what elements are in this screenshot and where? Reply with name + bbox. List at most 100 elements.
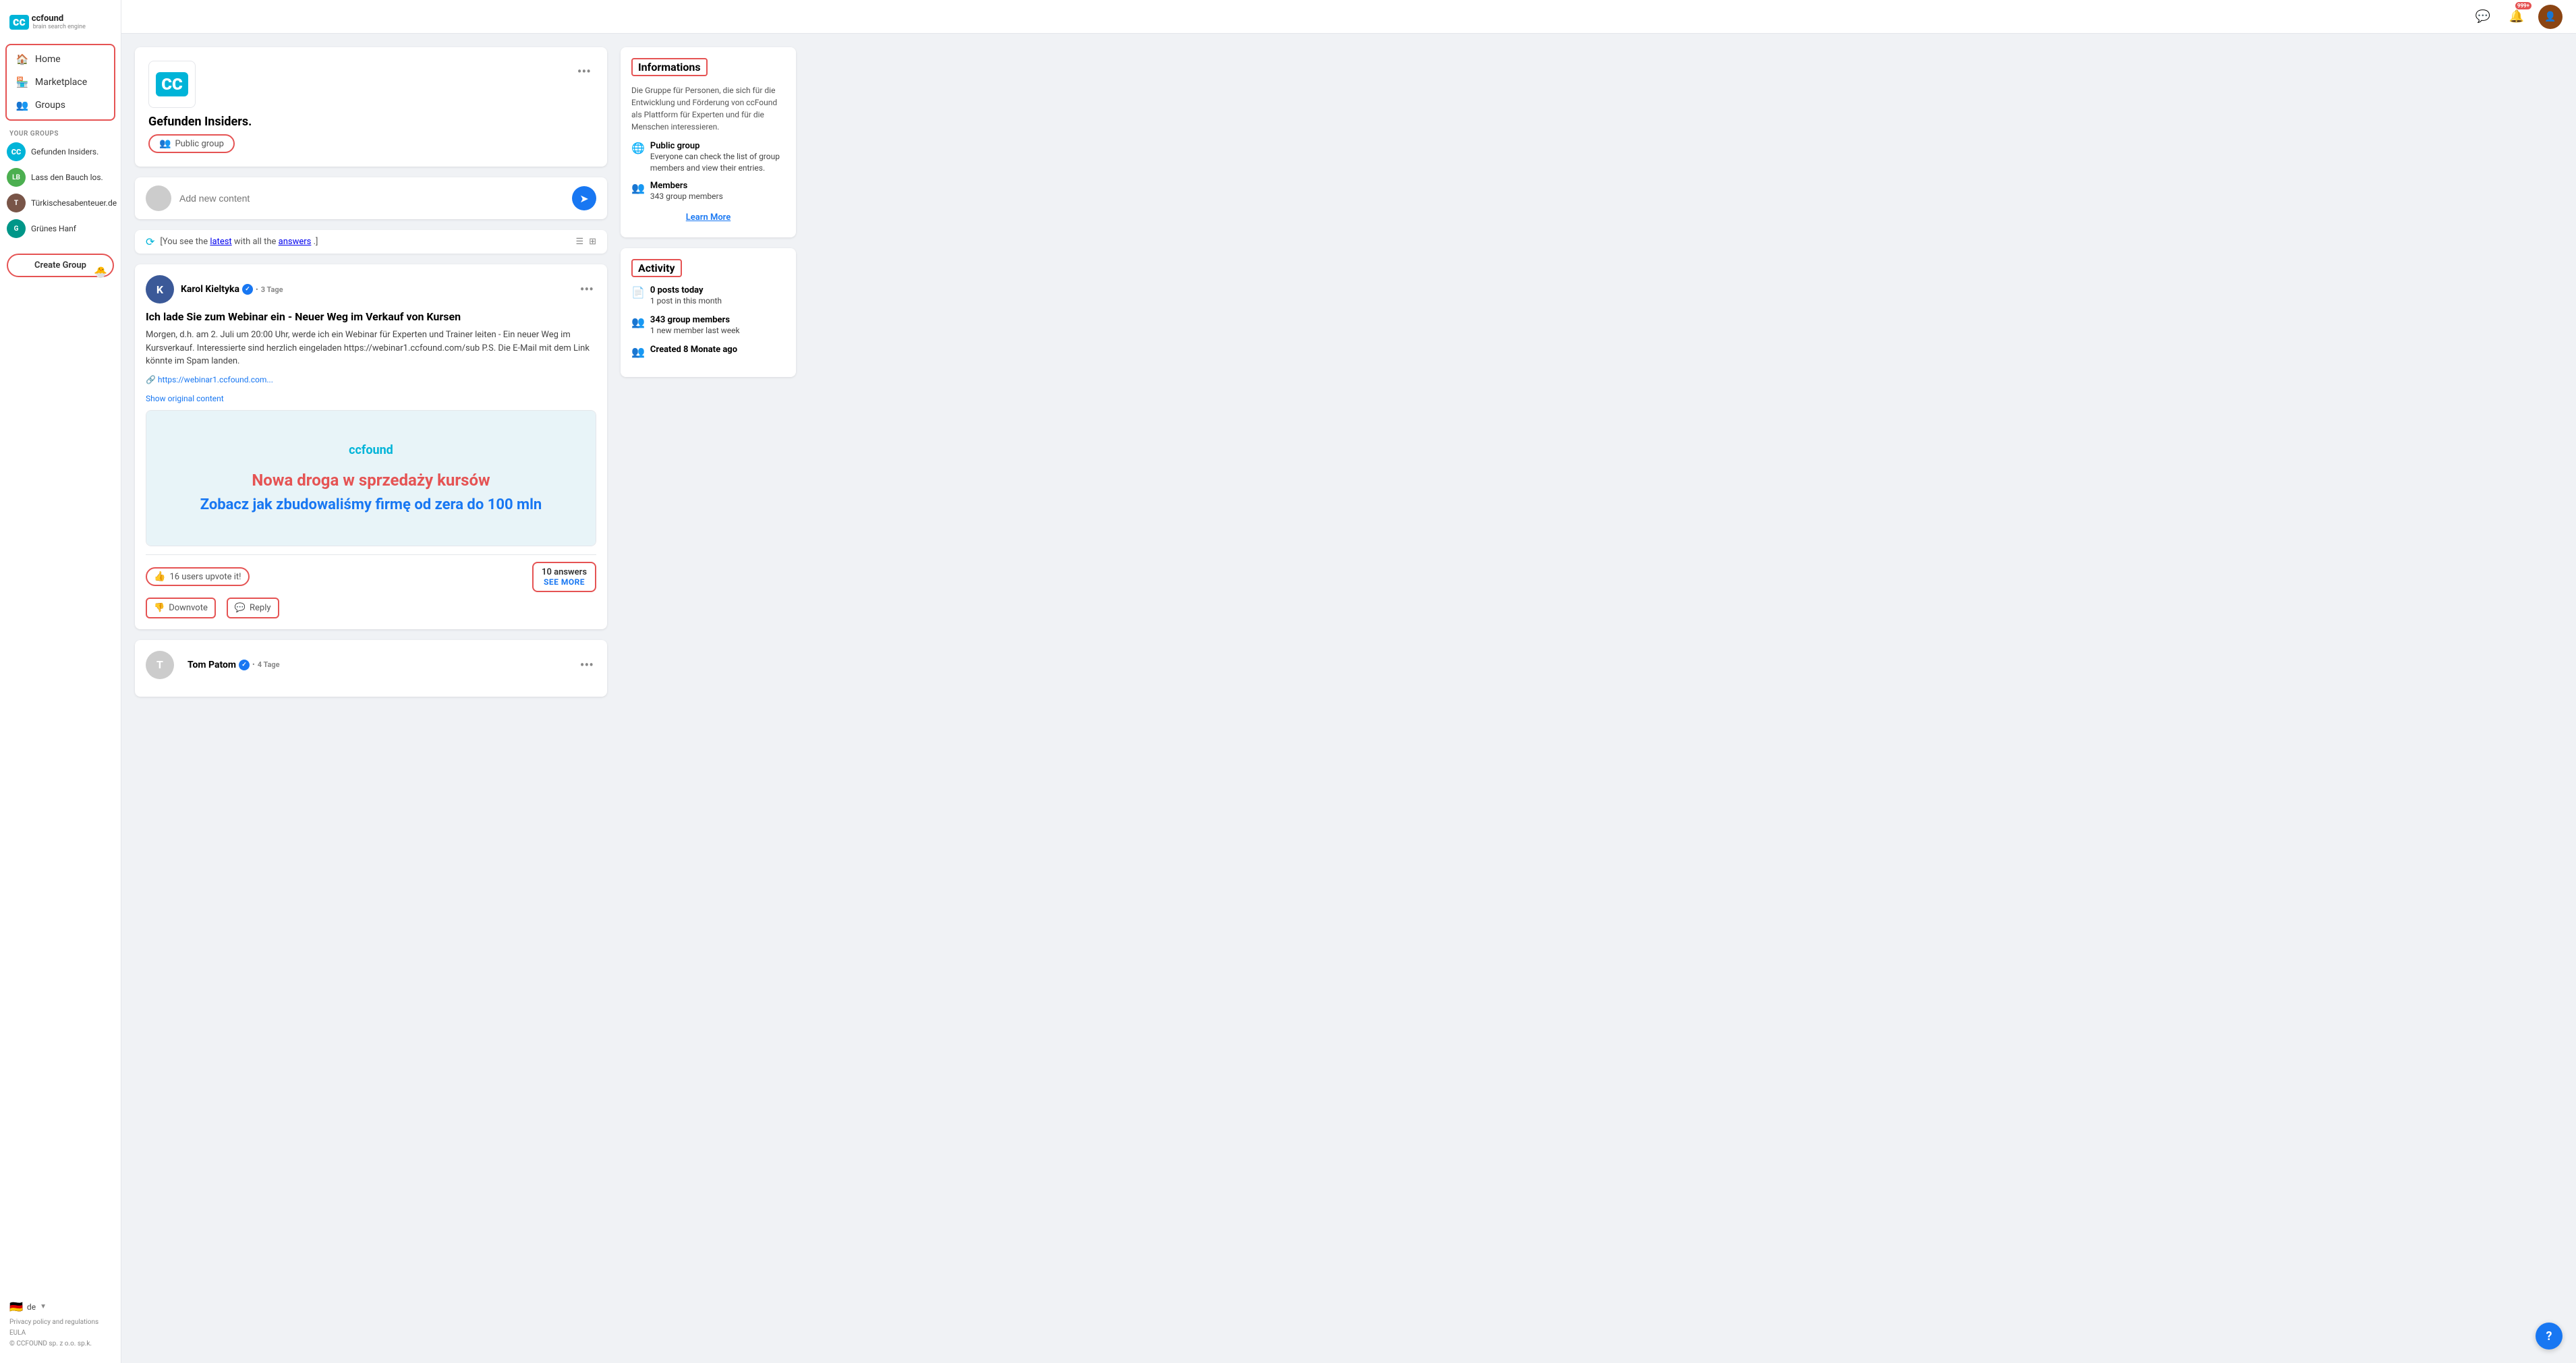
- create-group-label: Create Group: [34, 260, 86, 270]
- new-post-area: ➤: [135, 177, 607, 219]
- footer-copyright: © CCFOUND sp. z o.o. sp.k.: [9, 1339, 111, 1350]
- activity-card: Activity 📄 0 posts today 1 post in this …: [621, 248, 796, 377]
- sidebar-group-bauch[interactable]: LB Lass den Bauch los.: [0, 165, 121, 190]
- public-group-badge[interactable]: 👥 Public group: [148, 134, 235, 153]
- notice-answers-link[interactable]: answers: [279, 237, 312, 247]
- new-post-input[interactable]: [179, 193, 564, 204]
- post-link-1[interactable]: 🔗 https://webinar1.ccfound.com...: [146, 375, 596, 384]
- sidebar-group-gefunden[interactable]: CC Gefunden Insiders.: [0, 139, 121, 165]
- nav-marketplace-label: Marketplace: [35, 77, 87, 88]
- notice-icon: ⟳: [146, 235, 154, 248]
- preview-subtitle: Zobacz jak zbudowaliśmy firmę od zera do…: [200, 496, 542, 513]
- informations-title: Informations: [631, 58, 708, 76]
- upvote-info: 👍 16 users upvote it!: [146, 567, 250, 586]
- action-buttons: 👎 Downvote 💬 Reply: [146, 598, 596, 618]
- post-submit-button[interactable]: ➤: [572, 186, 596, 210]
- create-group-emoji: 🐣: [94, 266, 107, 279]
- public-label: Public group: [650, 141, 785, 151]
- post-card-1: K Karol Kieltyka ✓ • 3 Tage ••• Ich lade…: [135, 264, 607, 629]
- author-name-1: Karol Kieltyka ✓ • 3 Tage: [181, 284, 283, 295]
- nav-groups-label: Groups: [35, 100, 65, 111]
- downvote-button[interactable]: 👎 Downvote: [146, 598, 216, 618]
- messages-button[interactable]: 💬: [2471, 5, 2495, 29]
- show-original-btn[interactable]: Show original content: [146, 394, 224, 403]
- language-selector[interactable]: 🇩🇪 de ▼: [9, 1300, 111, 1313]
- nav-groups[interactable]: 👥 Groups: [7, 94, 114, 117]
- post-options-1[interactable]: •••: [577, 279, 596, 300]
- people-icon: 👥: [631, 316, 645, 328]
- see-more-button[interactable]: SEE MORE: [544, 577, 585, 587]
- main-content: CC ••• Gefunden Insiders. 👥 Public group…: [121, 34, 1066, 1363]
- group-label-tuerkisch: Türkischesabenteuer.de: [31, 198, 117, 208]
- downvote-icon: 👎: [154, 603, 165, 613]
- post-time-1: 3 Tage: [261, 285, 283, 294]
- footer-links: Privacy policy and regulations EULA © CC…: [9, 1317, 111, 1350]
- list-view-icon[interactable]: ☰: [575, 237, 583, 247]
- public-desc: Everyone can check the list of group mem…: [650, 151, 785, 174]
- bell-icon: 🔔: [2509, 9, 2524, 24]
- group-label-hanf: Grünes Hanf: [31, 224, 76, 233]
- informations-card: Informations Die Gruppe für Personen, di…: [621, 47, 796, 237]
- group-logo-cc: CC: [156, 72, 188, 96]
- informations-desc: Die Gruppe für Personen, die sich für di…: [631, 84, 785, 133]
- group-name: Gefunden Insiders.: [148, 115, 594, 129]
- notice-actions: ☰ ⊞: [575, 237, 596, 247]
- flag-icon: 🇩🇪: [9, 1300, 23, 1313]
- public-group-icon: 👥: [159, 138, 171, 149]
- home-icon: 🏠: [16, 53, 28, 65]
- grid-view-icon[interactable]: ⊞: [589, 237, 596, 247]
- footer-privacy[interactable]: Privacy policy and regulations: [9, 1317, 111, 1328]
- language-label: de: [27, 1302, 36, 1312]
- nav-marketplace[interactable]: 🏪 Marketplace: [7, 71, 114, 94]
- group-options-button[interactable]: •••: [575, 61, 594, 82]
- post-author-info-2: T Tom Patom ✓ • 4 Tage: [146, 651, 280, 679]
- posts-month: 1 post in this month: [650, 295, 722, 307]
- footer-eula[interactable]: EULA: [9, 1328, 111, 1339]
- group-avatar-bauch: LB: [7, 168, 26, 187]
- upvote-icon: 👍: [154, 571, 165, 582]
- logo-tagline: brain search engine: [33, 24, 86, 30]
- activity-title: Activity: [631, 259, 682, 277]
- post2-time-sep: •: [252, 660, 255, 669]
- verified-icon-1: ✓: [242, 284, 253, 295]
- group-header-card: CC ••• Gefunden Insiders. 👥 Public group: [135, 47, 607, 167]
- public-group-row: 🌐 Public group Everyone can check the li…: [631, 141, 785, 174]
- notice-latest-link[interactable]: latest: [210, 237, 231, 247]
- topbar: 💬 🔔 999+ 👤: [121, 0, 2576, 34]
- reply-button[interactable]: 💬 Reply: [227, 598, 279, 618]
- upvote-section: 👍 16 users upvote it! 10 answers SEE MOR…: [146, 562, 596, 592]
- author-avatar-1: K: [146, 275, 174, 303]
- nav-section: 🏠 Home 🏪 Marketplace 👥 Groups: [5, 44, 115, 121]
- help-icon: ?: [2546, 1329, 2552, 1343]
- preview-card-1: ccfound Nowa droga w sprzedaży kursów Zo…: [146, 410, 596, 546]
- verified-icon-2: ✓: [239, 660, 250, 670]
- members-count: 343 group members: [650, 191, 723, 202]
- sidebar: cc ccfound brain search engine 🏠 Home 🏪 …: [0, 0, 121, 1363]
- your-groups-label: YOUR GROUPS: [0, 126, 121, 139]
- sidebar-group-hanf[interactable]: G Grünes Hanf: [0, 216, 121, 241]
- group-label-bauch: Lass den Bauch los.: [31, 173, 103, 182]
- group-avatar-hanf: G: [7, 219, 26, 238]
- downvote-label: Downvote: [169, 603, 208, 613]
- reply-label: Reply: [250, 603, 271, 613]
- create-group-button[interactable]: Create Group 🐣: [7, 254, 114, 277]
- right-sidebar: Informations Die Gruppe für Personen, di…: [621, 47, 796, 1350]
- help-button[interactable]: ?: [2536, 1323, 2563, 1350]
- notifications-wrapper: 🔔 999+: [2505, 5, 2529, 29]
- sidebar-group-tuerkisch[interactable]: T Türkischesabenteuer.de: [0, 190, 121, 216]
- answers-count: 10 answers: [542, 567, 587, 577]
- group-logo: CC: [148, 61, 196, 108]
- latest-notice: ⟳ [You see the latest with all the answe…: [135, 230, 607, 254]
- preview-image-1: ccfound Nowa droga w sprzedaży kursów Zo…: [146, 411, 596, 546]
- post-time-separator: •: [256, 285, 258, 294]
- new-members: 1 new member last week: [650, 325, 740, 337]
- post-options-2[interactable]: •••: [577, 654, 596, 676]
- author-name-2: Tom Patom ✓ • 4 Tage: [188, 660, 280, 670]
- nav-home[interactable]: 🏠 Home: [7, 48, 114, 71]
- user-avatar[interactable]: 👤: [2538, 5, 2563, 29]
- learn-more-button[interactable]: Learn More: [631, 208, 785, 227]
- globe-icon: 🌐: [631, 142, 645, 154]
- feed-area: CC ••• Gefunden Insiders. 👥 Public group…: [135, 47, 607, 1350]
- post-time-2: 4 Tage: [258, 660, 280, 669]
- notification-badge: 999+: [2515, 2, 2531, 9]
